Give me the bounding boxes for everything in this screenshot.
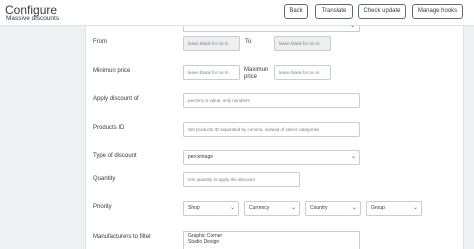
manage-hooks-button[interactable]: Manage hooks (412, 4, 463, 19)
from-label: From (93, 39, 107, 45)
priority-select-2[interactable]: Currency ⌄ (244, 201, 300, 216)
priority-value-3: Country (310, 205, 328, 211)
priority-value-4: Group (371, 205, 385, 211)
page-subtitle: Massive discounts (6, 15, 60, 22)
priority-select-3[interactable]: Country ⌄ (305, 201, 361, 216)
type-of-discount-value: percentage (188, 154, 214, 160)
min-price-input[interactable]: leave blank for no m (183, 65, 240, 80)
translate-button[interactable]: Translate (315, 4, 353, 19)
type-of-discount-label: Type of discount (93, 153, 137, 159)
chevron-down-icon: ⌄ (412, 205, 418, 211)
chevron-down-icon: ⌄ (351, 205, 357, 211)
chevron-down-icon: ⌄ (290, 205, 296, 211)
list-item[interactable]: Studio Design (188, 239, 355, 246)
manufacturers-label: Manufacturers to filter (93, 234, 152, 240)
top-select-partial[interactable]: ⌄ (183, 23, 360, 32)
manufacturers-listbox[interactable]: Graphic Corner Studio Design (183, 231, 360, 249)
priority-value-2: Currency (249, 205, 270, 211)
min-price-label: Minimun price (93, 68, 131, 74)
priority-select-1[interactable]: Shop ⌄ (183, 201, 239, 216)
chevron-down-icon: ⌄ (350, 154, 356, 160)
apply-discount-input[interactable]: percent or value, only numbers (183, 93, 360, 108)
products-id-input[interactable]: Set products ID separated by comma, inst… (183, 122, 360, 137)
to-label: To (245, 39, 252, 45)
type-of-discount-select[interactable]: percentage ⌄ (183, 150, 360, 165)
products-id-label: Products ID (93, 125, 125, 131)
page-header: Configure Massive discounts Back Transla… (0, 0, 474, 26)
priority-select-4[interactable]: Group ⌄ (366, 201, 422, 216)
priority-value-1: Shop (188, 205, 200, 211)
quantity-label: Quantity (93, 176, 116, 182)
to-date-input[interactable]: leave blank for no m (274, 36, 331, 51)
chevron-down-icon: ⌄ (229, 205, 235, 211)
chevron-down-icon: ⌄ (349, 23, 355, 29)
back-button[interactable]: Back (284, 4, 308, 19)
apply-discount-label: Apply discount of (93, 96, 139, 102)
max-price-input[interactable]: leave blank for no m (274, 65, 331, 80)
quantity-input[interactable]: min quantity to apply the discount (183, 172, 300, 187)
check-update-button[interactable]: Check update (358, 4, 406, 19)
priority-label: Priority (93, 204, 112, 210)
from-date-input[interactable]: leave blank for no m (183, 36, 240, 51)
max-price-label: Maximun price (244, 67, 269, 80)
